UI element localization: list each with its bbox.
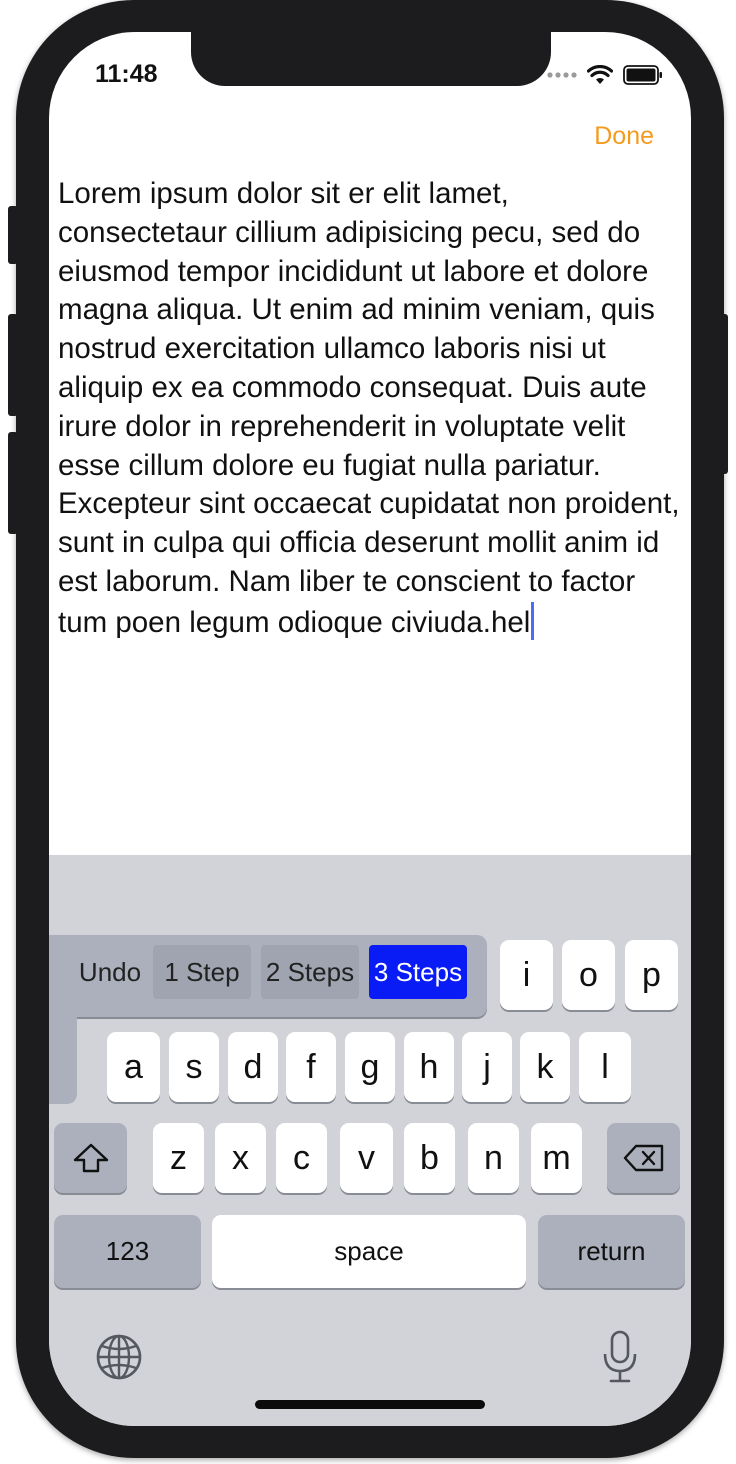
- key-n[interactable]: n: [468, 1123, 519, 1193]
- key-z[interactable]: z: [153, 1123, 204, 1193]
- text-cursor: [531, 601, 535, 640]
- notch: [191, 32, 551, 86]
- key-o[interactable]: o: [562, 940, 615, 1010]
- key-j[interactable]: j: [462, 1032, 512, 1102]
- key-m[interactable]: m: [531, 1123, 582, 1193]
- editor-text: Lorem ipsum dolor sit er elit lamet, con…: [58, 177, 680, 639]
- home-indicator[interactable]: [255, 1400, 485, 1409]
- shift-icon: [73, 1143, 108, 1173]
- return-key[interactable]: return: [538, 1215, 685, 1288]
- undo-2-steps[interactable]: 2 Steps: [261, 945, 359, 999]
- undo-menu: Undo 1 Step 2 Steps 3 Steps: [49, 935, 487, 1017]
- keyboard: Undo 1 Step 2 Steps 3 Steps i o p a s d …: [49, 855, 691, 1426]
- key-p[interactable]: p: [625, 940, 678, 1010]
- battery-icon: [623, 65, 662, 85]
- microphone-icon[interactable]: [601, 1329, 639, 1385]
- key-k[interactable]: k: [520, 1032, 570, 1102]
- undo-3-steps[interactable]: 3 Steps: [369, 945, 467, 999]
- key-b[interactable]: b: [404, 1123, 455, 1193]
- undo-menu-tail: [49, 1010, 77, 1104]
- status-time: 11:48: [95, 60, 158, 88]
- key-d[interactable]: d: [228, 1032, 278, 1102]
- silent-switch: [8, 206, 18, 264]
- key-i[interactable]: i: [500, 940, 553, 1010]
- text-editor[interactable]: Lorem ipsum dolor sit er elit lamet, con…: [58, 175, 683, 643]
- key-s[interactable]: s: [169, 1032, 219, 1102]
- key-f[interactable]: f: [286, 1032, 336, 1102]
- key-c[interactable]: c: [276, 1123, 327, 1193]
- numbers-key[interactable]: 123: [54, 1215, 201, 1288]
- key-l[interactable]: l: [579, 1032, 631, 1102]
- space-key[interactable]: space: [212, 1215, 526, 1288]
- wifi-icon: [587, 65, 613, 84]
- key-x[interactable]: x: [215, 1123, 266, 1193]
- signal-icon: [547, 72, 577, 78]
- undo-label[interactable]: Undo: [69, 945, 151, 999]
- key-g[interactable]: g: [345, 1032, 395, 1102]
- backspace-key[interactable]: [607, 1123, 680, 1193]
- power-button: [718, 314, 728, 474]
- key-v[interactable]: v: [340, 1123, 393, 1193]
- undo-1-step[interactable]: 1 Step: [153, 945, 251, 999]
- volume-down-button: [8, 432, 18, 534]
- shift-key[interactable]: [54, 1123, 127, 1193]
- status-icons: [547, 62, 663, 88]
- globe-icon[interactable]: [95, 1333, 143, 1381]
- volume-up-button: [8, 314, 18, 416]
- backspace-icon: [623, 1144, 663, 1172]
- key-a[interactable]: a: [107, 1032, 160, 1102]
- done-button[interactable]: Done: [594, 122, 654, 151]
- key-h[interactable]: h: [404, 1032, 454, 1102]
- screen: 11:48 Done Lorem ipsum dolor sit er elit…: [49, 32, 691, 1426]
